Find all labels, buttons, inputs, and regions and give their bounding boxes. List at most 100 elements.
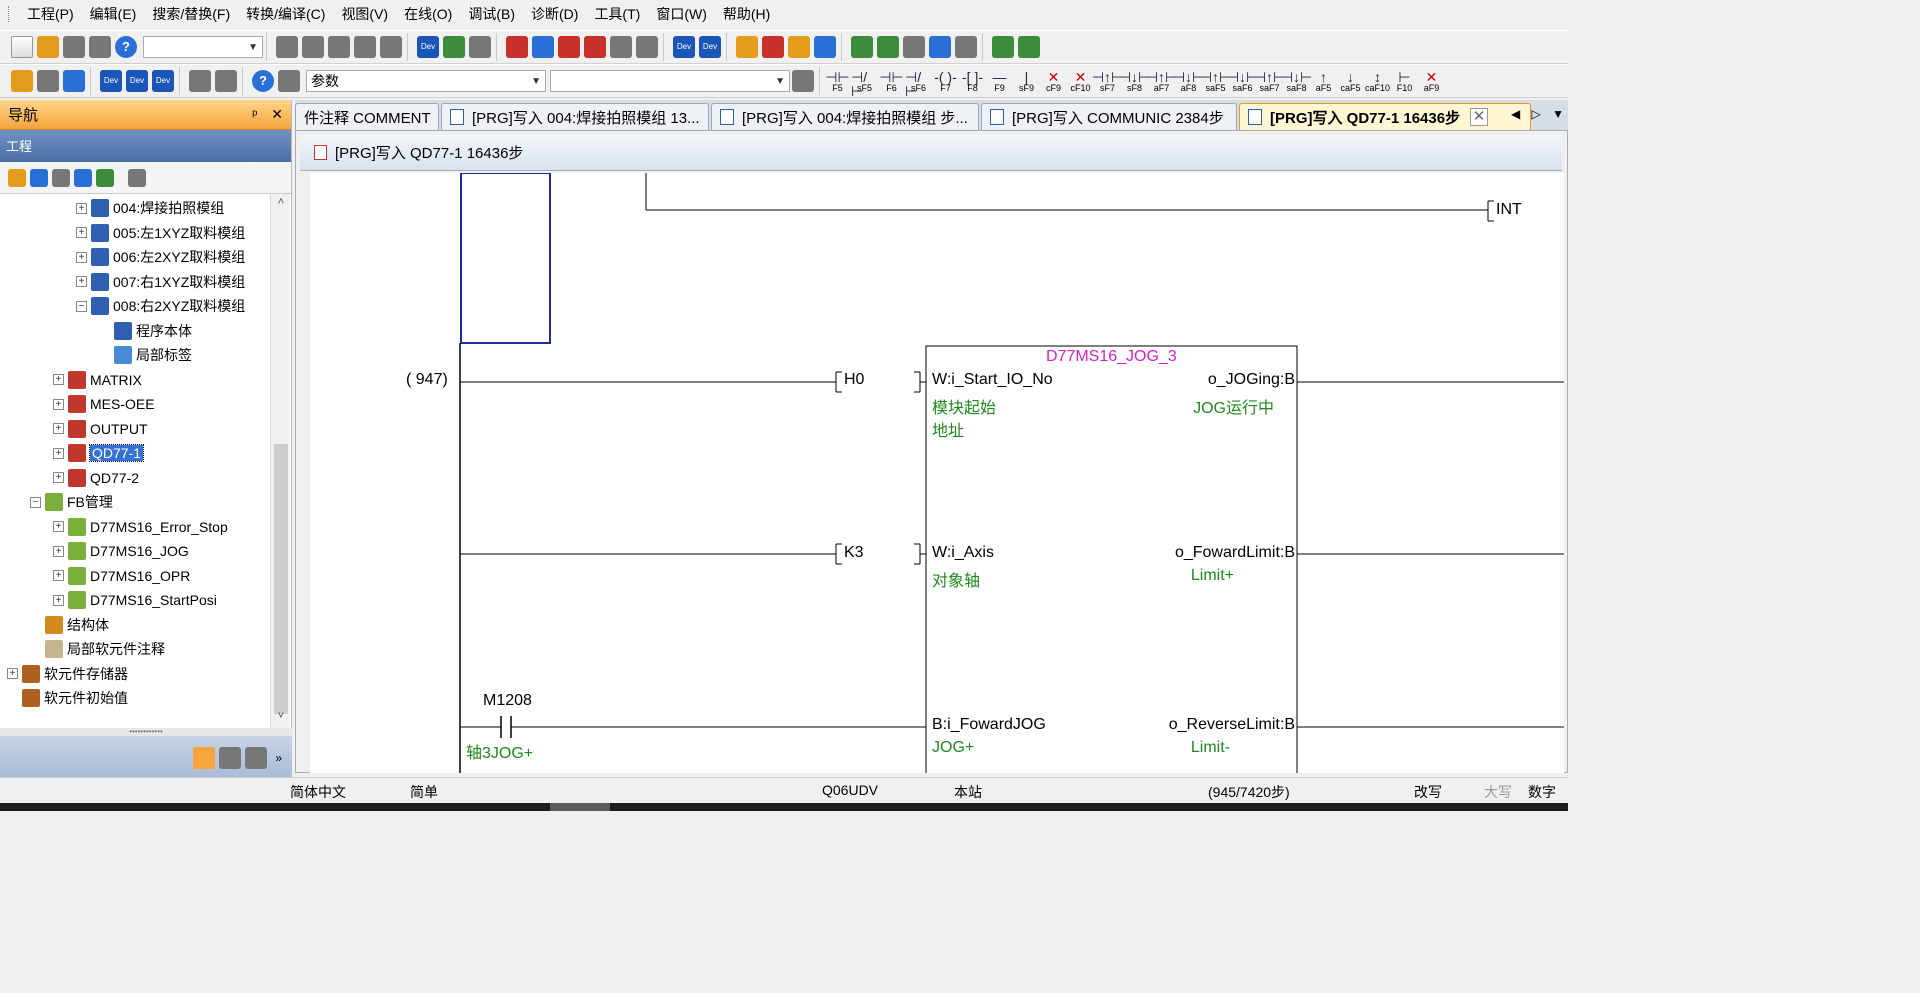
dev-batch-icon[interactable]: Dev [673,36,695,58]
menu-item-5[interactable]: 在线(O) [396,0,460,28]
menu-item-3[interactable]: 转换/编译(C) [238,0,333,28]
device-replace-icon[interactable] [443,36,465,58]
toolbar-combo-1[interactable]: ▼ [143,36,263,58]
menu-item-1[interactable]: 编辑(E) [82,0,145,28]
zoom-dropdown-icon[interactable] [215,70,237,92]
scroll-up-icon[interactable]: ˄ [271,196,291,208]
filter-icon[interactable] [128,168,146,187]
user-library-icon[interactable] [219,747,242,769]
nav-splitter[interactable]: •••••••••••• [0,728,292,736]
ladder-key-saf7-button[interactable]: ⊣↑⊢ saF7 [1254,70,1285,93]
cross-ref-icon[interactable] [636,36,658,58]
menu-item-10[interactable]: 帮助(H) [715,0,778,28]
tree-item[interactable]: + D77MS16_OPR [53,564,190,588]
dev-view-2-icon[interactable]: Dev [126,70,148,92]
tree-item[interactable]: 软元件初始值 [7,686,128,710]
ladder-key-af7-button[interactable]: ⊣↑⊢ aF7 [1146,70,1177,93]
tree-item[interactable]: + 软元件存储器 [7,662,128,686]
monitor-icon[interactable] [814,36,836,58]
ladder-key-f8-button[interactable]: -[ ]- F8 [959,70,986,93]
tree-item[interactable]: +006:左2XYZ取料模组 [76,245,245,269]
find-icon[interactable] [558,36,580,58]
ladder-key-caf10-button[interactable]: ↕ caF10 [1364,70,1391,93]
sim-start-icon[interactable] [992,36,1014,58]
ladder-search-icon[interactable] [929,36,951,58]
menu-item-7[interactable]: 诊断(D) [523,0,586,28]
expand-icon[interactable]: + [53,398,64,410]
jump-prev-icon[interactable] [506,36,528,58]
close-tab-icon[interactable]: ✕ [1470,108,1489,126]
search-combo[interactable]: 参数 ▼ [306,70,546,92]
ladder-key-saf6-button[interactable]: ⊣↓⊢ saF6 [1227,70,1258,93]
expand-icon[interactable]: + [7,668,18,679]
tab-next-icon[interactable]: ▷ [1532,107,1541,121]
expand-icon[interactable]: + [53,447,64,459]
connection-icon[interactable] [245,747,268,769]
paste-data-icon[interactable] [52,168,70,187]
binoculars-icon[interactable] [278,70,300,92]
tree-item[interactable]: 局部标签 [99,343,192,367]
project-view-icon[interactable] [11,70,33,92]
more-views-icon[interactable]: » [275,751,282,765]
expand-icon[interactable]: + [53,521,64,532]
find-prev-icon[interactable] [610,36,632,58]
list-view-icon[interactable] [63,70,85,92]
open-folder-icon[interactable] [37,36,59,58]
ladder-key-f9-button[interactable]: — F9 [986,70,1013,93]
expand-icon[interactable]: + [76,276,87,287]
write-plc-icon[interactable] [762,36,784,58]
tree-item[interactable]: +007:右1XYZ取料模组 [76,270,245,294]
tab-2[interactable]: [PRG]写入 004:焊接拍照模组 步... [711,103,979,130]
tree-scrollbar[interactable]: ˄ ˅ [270,194,290,728]
ladder-key-af5-button[interactable]: ↑ aF5 [1310,70,1337,93]
new-data-icon[interactable] [8,168,26,187]
find-next-icon[interactable] [584,36,606,58]
close-icon[interactable]: ✕ [271,106,283,122]
tree-item[interactable]: + MES-OEE [53,392,155,416]
expand-icon[interactable]: + [53,423,64,434]
help-icon[interactable]: ? [115,36,137,58]
paste-icon[interactable] [328,36,350,58]
help-search-icon[interactable]: ? [252,70,274,92]
ladder-key-f6-button[interactable]: ⊣⊢ F6 [878,70,905,93]
undo-icon[interactable] [354,36,376,58]
tree-item[interactable]: − 008:右2XYZ取料模组 [76,294,245,318]
ladder-key-sf5-button[interactable]: ⊣/⊢ sF5 [851,70,878,98]
new-file-icon[interactable] [11,36,33,58]
tree-item[interactable]: 结构体 [30,613,109,637]
menu-item-4[interactable]: 视图(V) [333,0,396,28]
ladder-insert-icon[interactable] [877,36,899,58]
expand-icon[interactable]: + [53,545,64,557]
redo-icon[interactable] [380,36,402,58]
menu-item-8[interactable]: 工具(T) [586,0,648,28]
tab-3[interactable]: [PRG]写入 COMMUNIC 2384步 [981,103,1237,130]
tree-item[interactable]: + MATRIX [53,368,142,392]
verify-plc-icon[interactable] [788,36,810,58]
copy-data-icon[interactable] [30,168,48,187]
tree-item[interactable]: + D77MS16_StartPosi [53,588,217,612]
tree-item[interactable]: +005:左1XYZ取料模组 [76,221,245,245]
property-icon[interactable] [74,168,92,187]
ladder-key-af8-button[interactable]: ⊣↓⊢ aF8 [1173,70,1204,93]
scroll-thumb[interactable] [274,444,288,714]
expand-icon[interactable]: + [76,251,87,263]
tab-prev-icon[interactable]: ◀ [1511,107,1520,121]
tree-item[interactable]: + D77MS16_JOG [53,539,189,563]
expand-icon[interactable]: + [53,374,64,385]
menu-item-6[interactable]: 调试(B) [460,0,523,28]
tree-item[interactable]: + OUTPUT [53,417,148,441]
print-icon[interactable] [89,36,111,58]
ladder-key-saf8-button[interactable]: ⊣↓⊢ saF8 [1281,70,1312,93]
ladder-key-f10-button[interactable]: ⊢ F10 [1391,70,1418,93]
sim-stop-icon[interactable] [1018,36,1040,58]
ladder-edit-icon[interactable] [851,36,873,58]
tree-item[interactable]: + QD77-1 [53,441,145,465]
menu-item-0[interactable]: 工程(P) [19,0,82,28]
collapse-icon[interactable]: − [76,300,87,312]
ladder-key-af9-button[interactable]: ✕ aF9 [1418,70,1445,93]
tab-1[interactable]: [PRG]写入 004:焊接拍照模组 13... [441,103,709,130]
expand-icon[interactable]: + [76,202,87,214]
device-list-icon[interactable] [469,36,491,58]
jump-next-icon[interactable] [532,36,554,58]
chevron-down-icon[interactable]: ▼ [531,76,541,87]
